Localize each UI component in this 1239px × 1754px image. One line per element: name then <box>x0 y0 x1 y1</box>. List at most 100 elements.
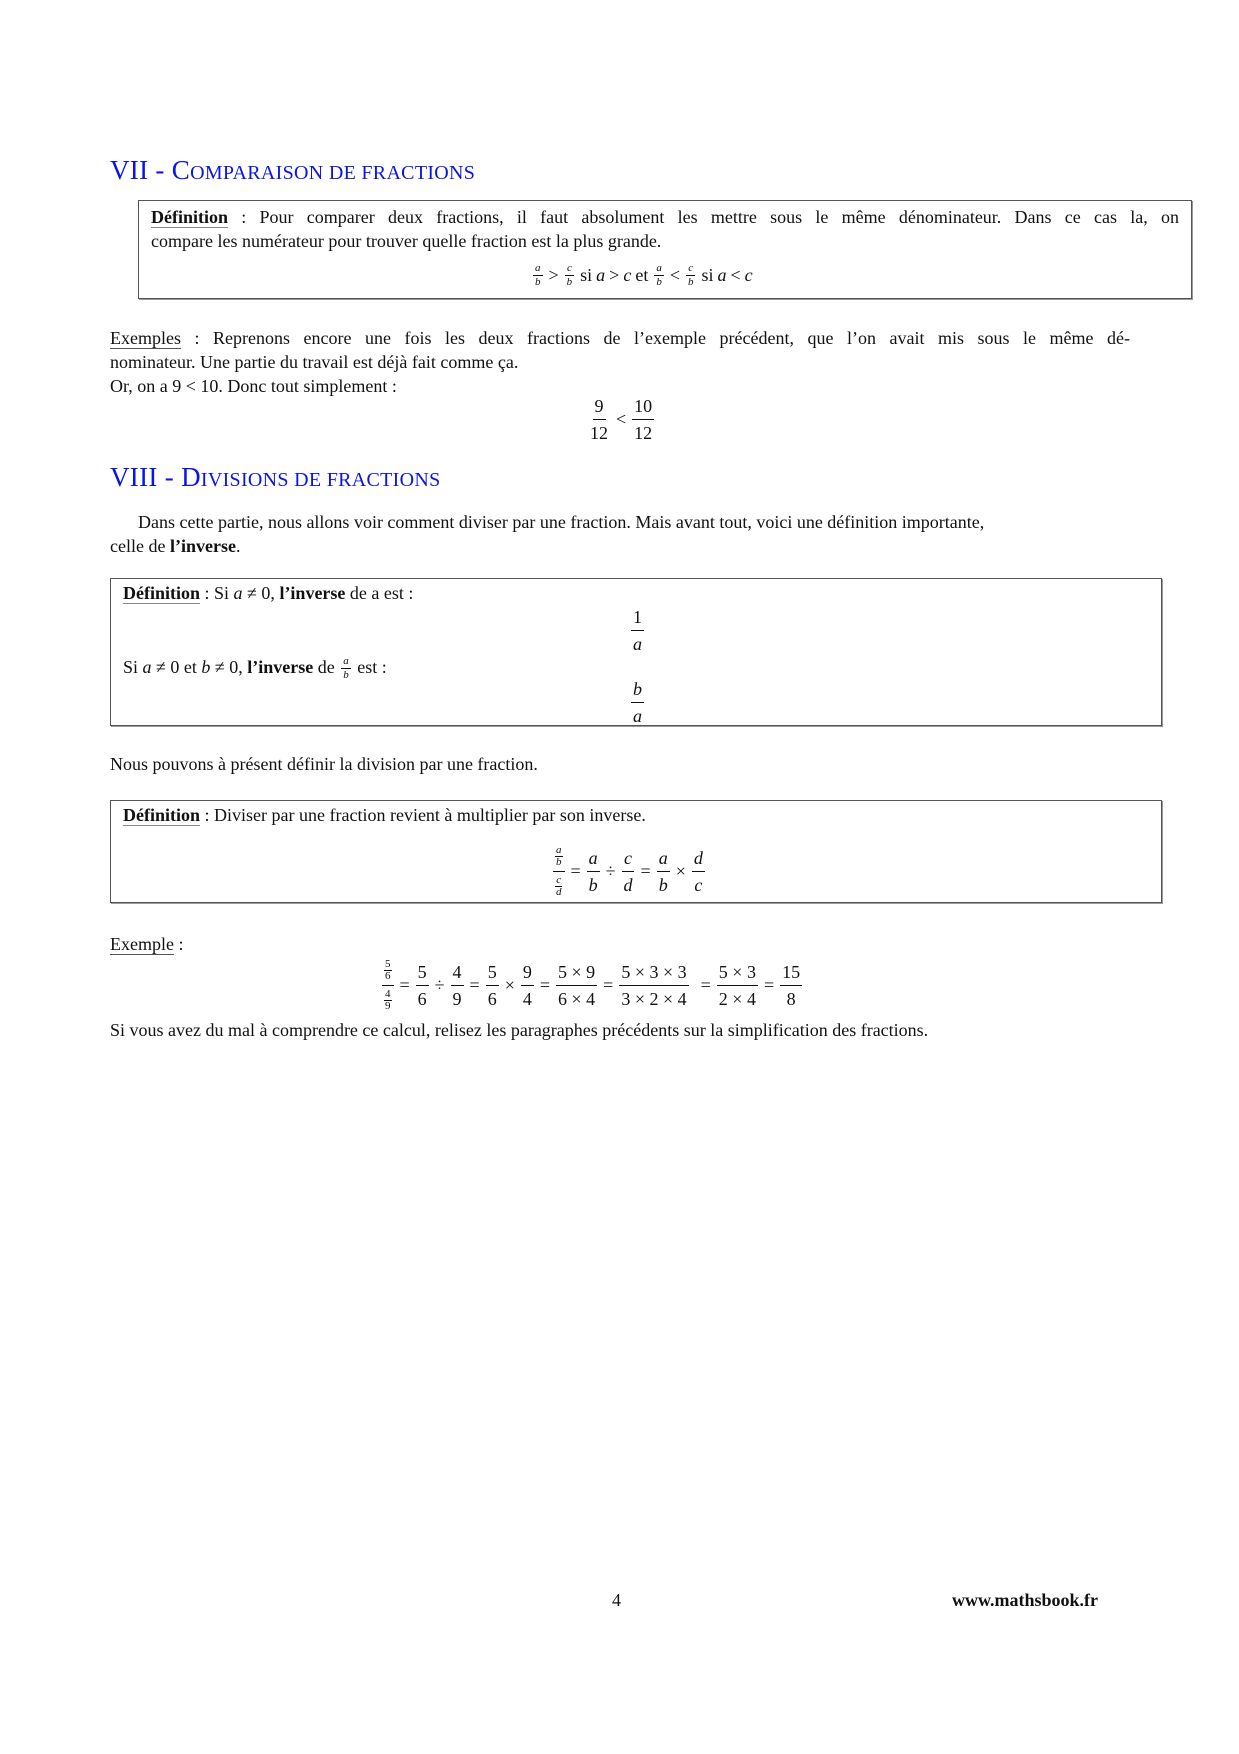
operator: ÷ <box>434 974 445 995</box>
transition-text: Nous pouvons à présent définir la divisi… <box>110 754 538 774</box>
definition-text: Pour comparer deux fractions, il faut ab… <box>259 207 1179 227</box>
text: de a est : <box>345 583 414 603</box>
fraction: ab <box>533 261 543 288</box>
section-title-rest: omparaison de fractions <box>190 162 476 184</box>
section-title-cap: D <box>181 462 201 492</box>
division-formula: ab cd = ab ÷ cd = ab × dc <box>551 843 707 899</box>
operator: = <box>399 974 410 995</box>
text: de <box>313 657 340 677</box>
example-line3: Or, on a 9 < 10. Donc tout simplement : <box>110 376 397 396</box>
text: ≠ 0, <box>210 657 248 677</box>
fraction: 56 <box>415 961 429 1009</box>
example-line2: nominateur. Une partie du travail est dé… <box>110 352 519 372</box>
fraction: cb <box>686 261 696 288</box>
operator: = <box>640 860 651 881</box>
footer-website-link[interactable]: www.mathsbook.fr <box>952 1588 1098 1612</box>
separator: : <box>180 328 214 348</box>
fraction: 5 × 32 × 4 <box>716 961 758 1009</box>
text: Si <box>123 657 143 677</box>
fraction: 5 × 3 × 33 × 2 × 4 <box>619 961 689 1009</box>
intro-line2: celle de l’inverse. <box>110 534 240 558</box>
fraction: 10 12 <box>632 395 655 443</box>
section-title-rest: ivisions de fractions <box>200 469 441 491</box>
separator: : <box>173 934 184 954</box>
comparison-formula: ab > cb si a > c et ab < cb si a < c <box>531 261 753 289</box>
separator: : <box>228 207 260 227</box>
var: a <box>142 657 152 677</box>
var: a <box>233 583 243 603</box>
fraction: cb <box>564 261 574 288</box>
text: ≠ 0 et <box>151 657 202 677</box>
text: est : <box>352 657 387 677</box>
fraction: 49 <box>450 961 464 1009</box>
operator: < <box>669 264 680 285</box>
operator: × <box>675 860 686 881</box>
definition-box-inverse: Définition : Si a ≠ 0, l’inverse de a es… <box>110 578 1162 726</box>
page-number: 4 <box>612 1590 621 1610</box>
text: si <box>701 264 714 285</box>
operator: < <box>730 264 741 285</box>
fraction: 56 <box>485 961 499 1009</box>
example-label: Exemples <box>110 328 181 348</box>
example-division-formula: 56 49 = 56 ÷ 49 = 56 × 94 = 5 × 96 × 4 =… <box>380 956 804 1014</box>
example-line1: Exemples : Reprenons encore une fois les… <box>110 326 1130 350</box>
operator: ÷ <box>605 860 616 881</box>
fraction: ab <box>656 847 670 895</box>
definition-label: Définition <box>123 805 201 825</box>
definition-text-line2: compare les numérateur pour trouver quel… <box>151 231 662 251</box>
definition-division-text: Définition : Diviser par une fraction re… <box>123 803 646 827</box>
definition-inverse-line1: Définition : Si a ≠ 0, l’inverse de a es… <box>123 581 413 605</box>
fraction: dc <box>691 847 705 895</box>
fraction: ba <box>631 678 644 726</box>
definition-label: Définition <box>151 207 229 227</box>
example-label-line: Exemple : <box>110 932 184 956</box>
example-note: Si vous avez du mal à comprendre ce calc… <box>110 1020 929 1040</box>
compound-fraction: ab cd <box>553 844 565 898</box>
section-heading-vii: VII - Comparaison de fractions <box>110 155 475 186</box>
operator: > <box>609 264 620 285</box>
compound-fraction: 56 49 <box>382 958 394 1012</box>
text: celle de <box>110 536 170 556</box>
definition-box-comparison: Définition : Pour comparer deux fraction… <box>138 200 1192 299</box>
section-number: VIII - <box>110 462 175 492</box>
operator: = <box>603 974 614 995</box>
section-number: VII - <box>110 155 165 185</box>
bold-term: l’inverse <box>279 583 346 603</box>
text: ≠ 0, <box>242 583 280 603</box>
definition-text: Diviser par une fraction revient à multi… <box>214 805 646 825</box>
definition-label: Définition <box>123 583 201 603</box>
section-title-cap: C <box>171 155 191 185</box>
text: si <box>580 264 593 285</box>
text: et <box>635 264 649 285</box>
bold-term: l’inverse <box>247 657 314 677</box>
operator: > <box>548 264 559 285</box>
definition-text-line1: Définition : Pour comparer deux fraction… <box>151 205 1179 229</box>
example-text: Reprenons encore une fois les deux fract… <box>213 328 1130 348</box>
fraction: cd <box>622 847 635 895</box>
operator: × <box>504 974 515 995</box>
operator: < <box>616 408 627 429</box>
inverse-formula-2: ba <box>629 677 646 727</box>
fraction: 94 <box>520 961 534 1009</box>
operator: = <box>700 974 711 995</box>
definition-box-division: Définition : Diviser par une fraction re… <box>110 800 1162 903</box>
var: a <box>596 264 606 285</box>
operator: = <box>763 974 775 995</box>
fraction: 5 × 96 × 4 <box>556 961 598 1009</box>
example-formula-comparison: 9 12 < 10 12 <box>586 393 656 445</box>
fraction: 15 8 <box>780 961 803 1009</box>
fraction: ab <box>341 655 351 682</box>
var: a <box>717 264 727 285</box>
var: c <box>744 264 753 285</box>
separator: : <box>200 805 215 825</box>
definition-inverse-line2: Si a ≠ 0 et b ≠ 0, l’inverse de ab est : <box>123 655 387 681</box>
var: c <box>623 264 632 285</box>
fraction: 9 12 <box>590 395 608 443</box>
inverse-formula-1: 1a <box>629 605 646 655</box>
text: . <box>235 536 241 556</box>
section-heading-viii: VIII - Divisions de fractions <box>110 462 441 493</box>
separator: : <box>200 583 215 603</box>
operator: = <box>570 860 581 881</box>
text: Si <box>214 583 234 603</box>
operator: = <box>469 974 480 995</box>
